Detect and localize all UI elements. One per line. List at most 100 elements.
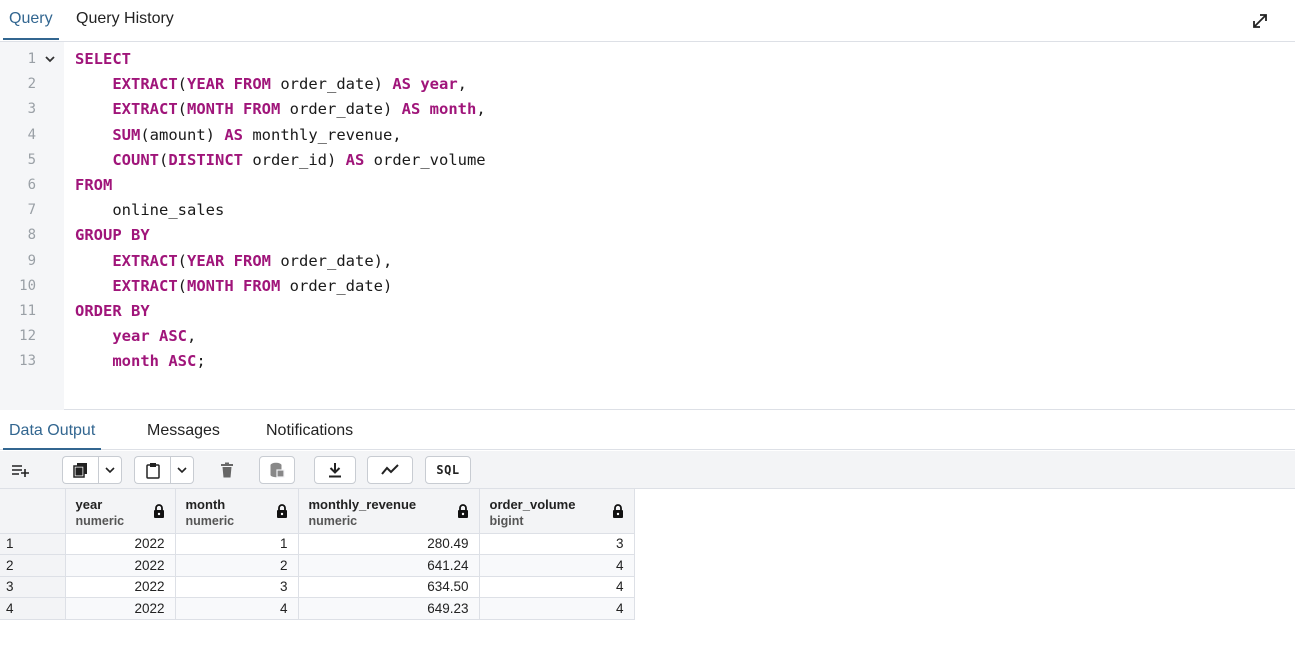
table-row[interactable]: 3 2022 3 634.50 4 [0,576,635,598]
code-line[interactable]: 11 ORDER BY [0,300,1280,323]
column-header-month[interactable]: month numeric [175,489,299,534]
save-data-button[interactable] [259,456,295,484]
sql-text: ( [177,100,187,119]
sql-keyword: month ASC [112,352,197,371]
table-cell[interactable]: 3 [479,533,635,555]
tab-query-history[interactable]: Query History [76,10,174,28]
header-row: year numeric month numeric monthly_reven… [0,489,635,534]
code-line[interactable]: 4 SUM(amount) AS monthly_revenue, [0,124,1280,147]
line-number: 8 [27,227,36,244]
table-cell[interactable]: 2022 [65,576,176,598]
paste-options-button[interactable] [170,456,194,484]
table-cell[interactable]: 4 [479,554,635,577]
download-button[interactable] [314,456,356,484]
table-cell[interactable]: 3 [175,576,299,598]
column-type: numeric [185,514,235,528]
code-text: year ASC, [75,325,196,348]
table-cell[interactable]: 4 [479,576,635,598]
table-row[interactable]: 2 2022 2 641.24 4 [0,554,635,577]
query-tab-bar: Query Query History [0,0,1295,42]
code-line[interactable]: 13 month ASC; [0,350,1280,373]
table-cell[interactable]: 649.23 [298,597,480,620]
table-row[interactable]: 1 2022 1 280.49 3 [0,533,635,555]
row-number-header [0,489,66,534]
row-number[interactable]: 3 [0,576,66,598]
code-text: COUNT(DISTINCT order_id) AS order_volume [75,149,485,172]
tab-notifications[interactable]: Notifications [266,422,353,440]
sql-text: monthly_revenue, [243,125,402,144]
add-row-button[interactable] [6,456,36,484]
table-cell[interactable]: 2022 [65,554,176,577]
sql-text: , [186,327,197,346]
line-chart-icon [381,464,399,475]
sql-editor[interactable]: 1 SELECT 2 EXTRACT(YEAR FROM order_date) A… [0,42,1295,410]
table-cell[interactable]: 1 [175,533,299,555]
table-row[interactable]: 4 2022 4 649.23 4 [0,597,635,620]
sql-keyword: year ASC [112,327,187,346]
code-line[interactable]: 10 EXTRACT(MONTH FROM order_date) [0,275,1280,298]
delete-button[interactable] [210,456,244,484]
sql-text: ( [159,150,169,169]
copy-button[interactable] [62,456,98,484]
line-number: 9 [27,252,36,269]
sql-button[interactable]: SQL [425,456,471,484]
table-cell[interactable]: 4 [175,597,299,620]
code-line[interactable]: 9 EXTRACT(YEAR FROM order_date), [0,250,1280,273]
tab-query[interactable]: Query [3,10,59,40]
copy-icon [72,463,87,478]
graph-visualiser-button[interactable] [367,456,413,484]
sql-text: ( [177,75,187,94]
paste-icon [145,462,160,479]
table-cell[interactable]: 2022 [65,597,176,620]
sql-text: order_date) [280,100,402,119]
row-number[interactable]: 1 [0,533,66,555]
column-name: order_volume [489,497,576,512]
line-number: 1 [27,51,36,67]
code-line[interactable]: 3 EXTRACT(MONTH FROM order_date) AS mont… [0,98,1280,121]
tab-data-output[interactable]: Data Output [2,422,102,450]
code-line[interactable]: 1 SELECT [0,48,1280,71]
trash-icon [221,462,233,478]
tab-messages[interactable]: Messages [147,422,220,440]
table-cell[interactable]: 641.24 [298,554,480,577]
sql-text: online_sales [75,201,225,220]
column-header-year[interactable]: year numeric [65,489,176,534]
row-number[interactable]: 4 [0,597,66,620]
table-cell[interactable]: 4 [479,597,635,620]
code-line[interactable]: 8 GROUP BY [0,224,1280,247]
paste-button[interactable] [134,456,170,484]
expand-icon[interactable] [1251,12,1269,30]
line-number: 11 [19,303,36,319]
code-line[interactable]: 12 year ASC, [0,325,1280,348]
code-line[interactable]: 2 EXTRACT(YEAR FROM order_date) AS year, [0,73,1280,96]
line-number: 5 [27,151,36,168]
table-cell[interactable]: 634.50 [298,576,480,598]
sql-label: SQL [436,463,460,477]
sql-text: order_id) [243,150,346,169]
line-number: 4 [27,126,36,143]
code-line[interactable]: 7 online_sales [0,199,1280,222]
code-line[interactable]: 6 FROM [0,174,1280,197]
code-text: EXTRACT(MONTH FROM order_date) AS month, [75,98,485,121]
column-header-monthly-revenue[interactable]: monthly_revenue numeric [298,489,480,534]
table-cell[interactable]: 280.49 [298,533,480,555]
column-header-order-volume[interactable]: order_volume bigint [479,489,635,534]
chevron-down-icon [177,467,187,474]
sql-text: , [457,75,468,94]
output-tab-bar: Data Output Messages Notifications [0,414,1295,450]
code-line[interactable]: 5 COUNT(DISTINCT order_id) AS order_volu… [0,149,1280,172]
sql-keyword: DISTINCT [168,150,243,169]
table-cell[interactable]: 2 [175,554,299,577]
sql-text: (amount) [140,125,225,144]
row-number[interactable]: 2 [0,554,66,577]
results-grid: year numeric month numeric monthly_reven… [0,489,635,620]
copy-options-button[interactable] [98,456,122,484]
table-cell[interactable]: 2022 [65,533,176,555]
fold-chevron-icon[interactable] [42,48,58,71]
sql-text: order_date) [280,276,393,295]
sql-keyword: YEAR FROM [187,251,271,270]
